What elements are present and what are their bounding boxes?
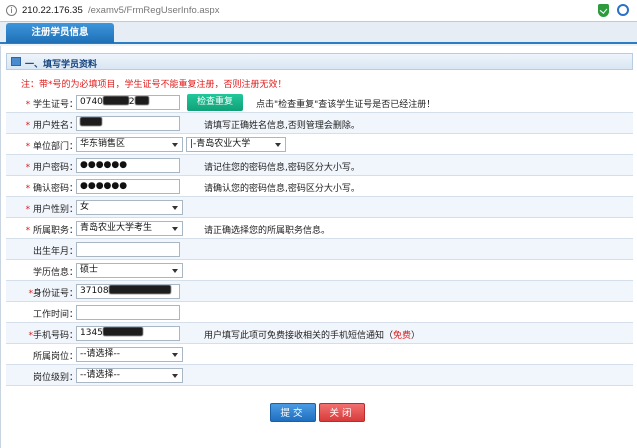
label-name: * 用户姓名：	[25, 121, 78, 131]
submit-button[interactable]: 提交	[270, 403, 316, 422]
row-password: * 用户密码： ●●●●●● 请记住您的密码信息,密码区分大小写。	[6, 155, 633, 176]
close-button[interactable]: 关闭	[319, 403, 365, 422]
confirm-password-input[interactable]: ●●●●●●	[76, 179, 180, 194]
content-panel: 一、填写学员资料 注：带*号的为必填项目，学生证号不能重复注册，否则注册无效！ …	[0, 46, 637, 448]
work-time-input[interactable]	[76, 305, 180, 320]
label-mobile: *手机号码：	[28, 331, 78, 341]
required-notice: 注：带*号的为必填项目，学生证号不能重复注册，否则注册无效！	[21, 80, 287, 90]
label-birth: 出生年月：	[32, 247, 78, 257]
row-level: 岗位级别： --请选择--	[6, 365, 633, 386]
label-gender: * 用户性别：	[25, 205, 78, 215]
row-post: 所属岗位： --请选择--	[6, 344, 633, 365]
section-title: 一、填写学员资料	[25, 60, 98, 70]
hint-student-id: 点击"检查重复"查该学生证号是否已经注册！	[256, 100, 436, 110]
row-name: * 用户姓名： 请填写正确姓名信息,否则管理会删除。	[6, 113, 633, 134]
row-unit: * 单位部门： 华东销售区 |-青岛农业大学	[6, 134, 633, 155]
label-post: 所属岗位：	[32, 352, 78, 362]
label-position: * 所属职务：	[25, 226, 78, 236]
position-select[interactable]: 青岛农业大学考生	[76, 221, 183, 236]
tab-register-info[interactable]: 注册学员信息	[6, 23, 114, 43]
label-confirm-password: * 确认密码：	[25, 184, 78, 194]
gender-select[interactable]: 女	[76, 200, 183, 215]
check-duplicate-button[interactable]: 检查重复	[187, 94, 243, 111]
hint-position: 请正确选择您的所属职务信息。	[204, 226, 331, 236]
level-select[interactable]: --请选择--	[76, 368, 183, 383]
label-password: * 用户密码：	[25, 163, 78, 173]
sub-unit-select[interactable]: |-青岛农业大学	[186, 137, 286, 152]
label-unit: * 单位部门：	[25, 142, 78, 152]
id-card-input[interactable]: 37108	[76, 284, 180, 299]
student-id-input[interactable]: 0740 2	[76, 95, 180, 110]
birth-input[interactable]	[76, 242, 180, 257]
browser-icon[interactable]	[617, 4, 629, 16]
address-host: 210.22.176.35	[22, 5, 83, 16]
shield-icon[interactable]	[598, 4, 609, 17]
section-icon	[11, 57, 21, 66]
hint-name: 请填写正确姓名信息,否则管理会删除。	[204, 121, 360, 131]
address-path: /examv5/FrmRegUserInfo.aspx	[88, 5, 220, 16]
row-id-card: *身份证号： 37108	[6, 281, 633, 302]
hint-mobile: 用户填写此项可免费接收相关的手机短信通知（免费）	[204, 331, 421, 341]
hint-password: 请记住您的密码信息,密码区分大小写。	[204, 163, 360, 173]
hint-confirm-password: 请确认您的密码信息,密码区分大小写。	[204, 184, 360, 194]
mobile-input[interactable]: 1345	[76, 326, 180, 341]
password-input[interactable]: ●●●●●●	[76, 158, 180, 173]
registration-form: * 学生证号： 0740 2 检查重复 点击"检查重复"查该学生证号是否已经注册！…	[6, 92, 633, 386]
row-education: 学历信息： 硕士	[6, 260, 633, 281]
unit-select[interactable]: 华东销售区	[76, 137, 183, 152]
info-icon: i	[6, 5, 17, 16]
section-header: 一、填写学员资料	[6, 53, 633, 70]
address-bar[interactable]: i 210.22.176.35 /examv5/FrmRegUserInfo.a…	[0, 0, 637, 22]
education-select[interactable]: 硕士	[76, 263, 183, 278]
tab-strip: 注册学员信息	[0, 22, 637, 44]
row-mobile: *手机号码： 1345 用户填写此项可免费接收相关的手机短信通知（免费）	[6, 323, 633, 344]
label-level: 岗位级别：	[32, 373, 78, 383]
post-select[interactable]: --请选择--	[76, 347, 183, 362]
label-work-time: 工作时间：	[32, 310, 78, 320]
row-birth: 出生年月：	[6, 239, 633, 260]
row-work-time: 工作时间：	[6, 302, 633, 323]
row-confirm-password: * 确认密码： ●●●●●● 请确认您的密码信息,密码区分大小写。	[6, 176, 633, 197]
label-student-id: * 学生证号：	[25, 100, 78, 110]
row-gender: * 用户性别： 女	[6, 197, 633, 218]
row-student-id: * 学生证号： 0740 2 检查重复 点击"检查重复"查该学生证号是否已经注册！	[6, 92, 633, 113]
name-input[interactable]	[76, 116, 180, 131]
label-id-card: *身份证号：	[28, 289, 78, 299]
row-position: * 所属职务： 青岛农业大学考生 请正确选择您的所属职务信息。	[6, 218, 633, 239]
label-education: 学历信息：	[32, 268, 78, 278]
